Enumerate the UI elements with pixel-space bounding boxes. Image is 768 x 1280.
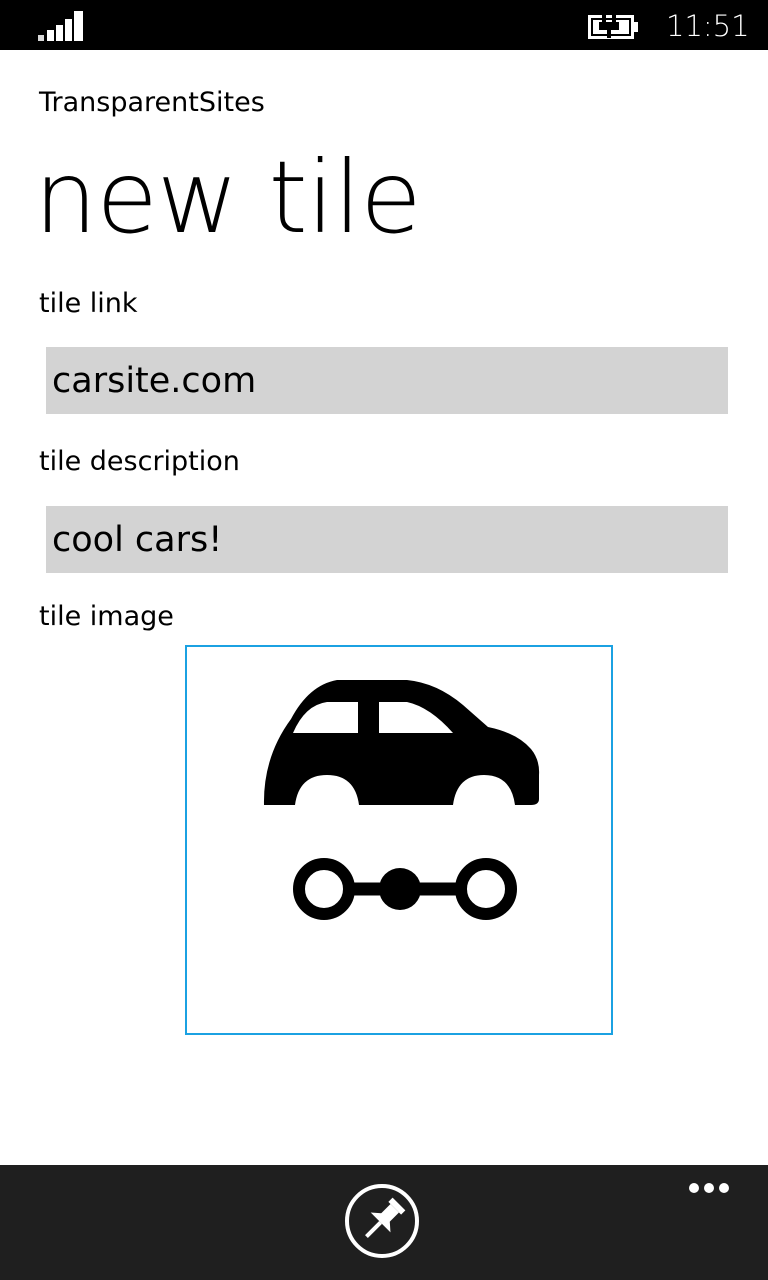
signal-strength-icon <box>38 11 86 41</box>
status-clock: 11:51 <box>666 9 750 43</box>
tile-image-label: tile image <box>39 601 174 632</box>
battery-charging-icon <box>588 14 638 39</box>
status-bar: 11:51 <box>0 0 768 50</box>
ellipsis-icon[interactable] <box>684 1179 734 1199</box>
page-title: new tile <box>34 139 422 256</box>
tile-image-picker[interactable] <box>185 645 613 1035</box>
tile-description-input[interactable] <box>46 506 728 573</box>
tile-link-input[interactable] <box>46 347 728 414</box>
car-icon <box>263 680 540 920</box>
pin-icon[interactable] <box>344 1183 420 1259</box>
app-name: TransparentSites <box>39 87 265 118</box>
tile-description-label: tile description <box>39 446 240 477</box>
tile-link-label: tile link <box>39 288 138 319</box>
app-bar <box>0 1165 768 1280</box>
